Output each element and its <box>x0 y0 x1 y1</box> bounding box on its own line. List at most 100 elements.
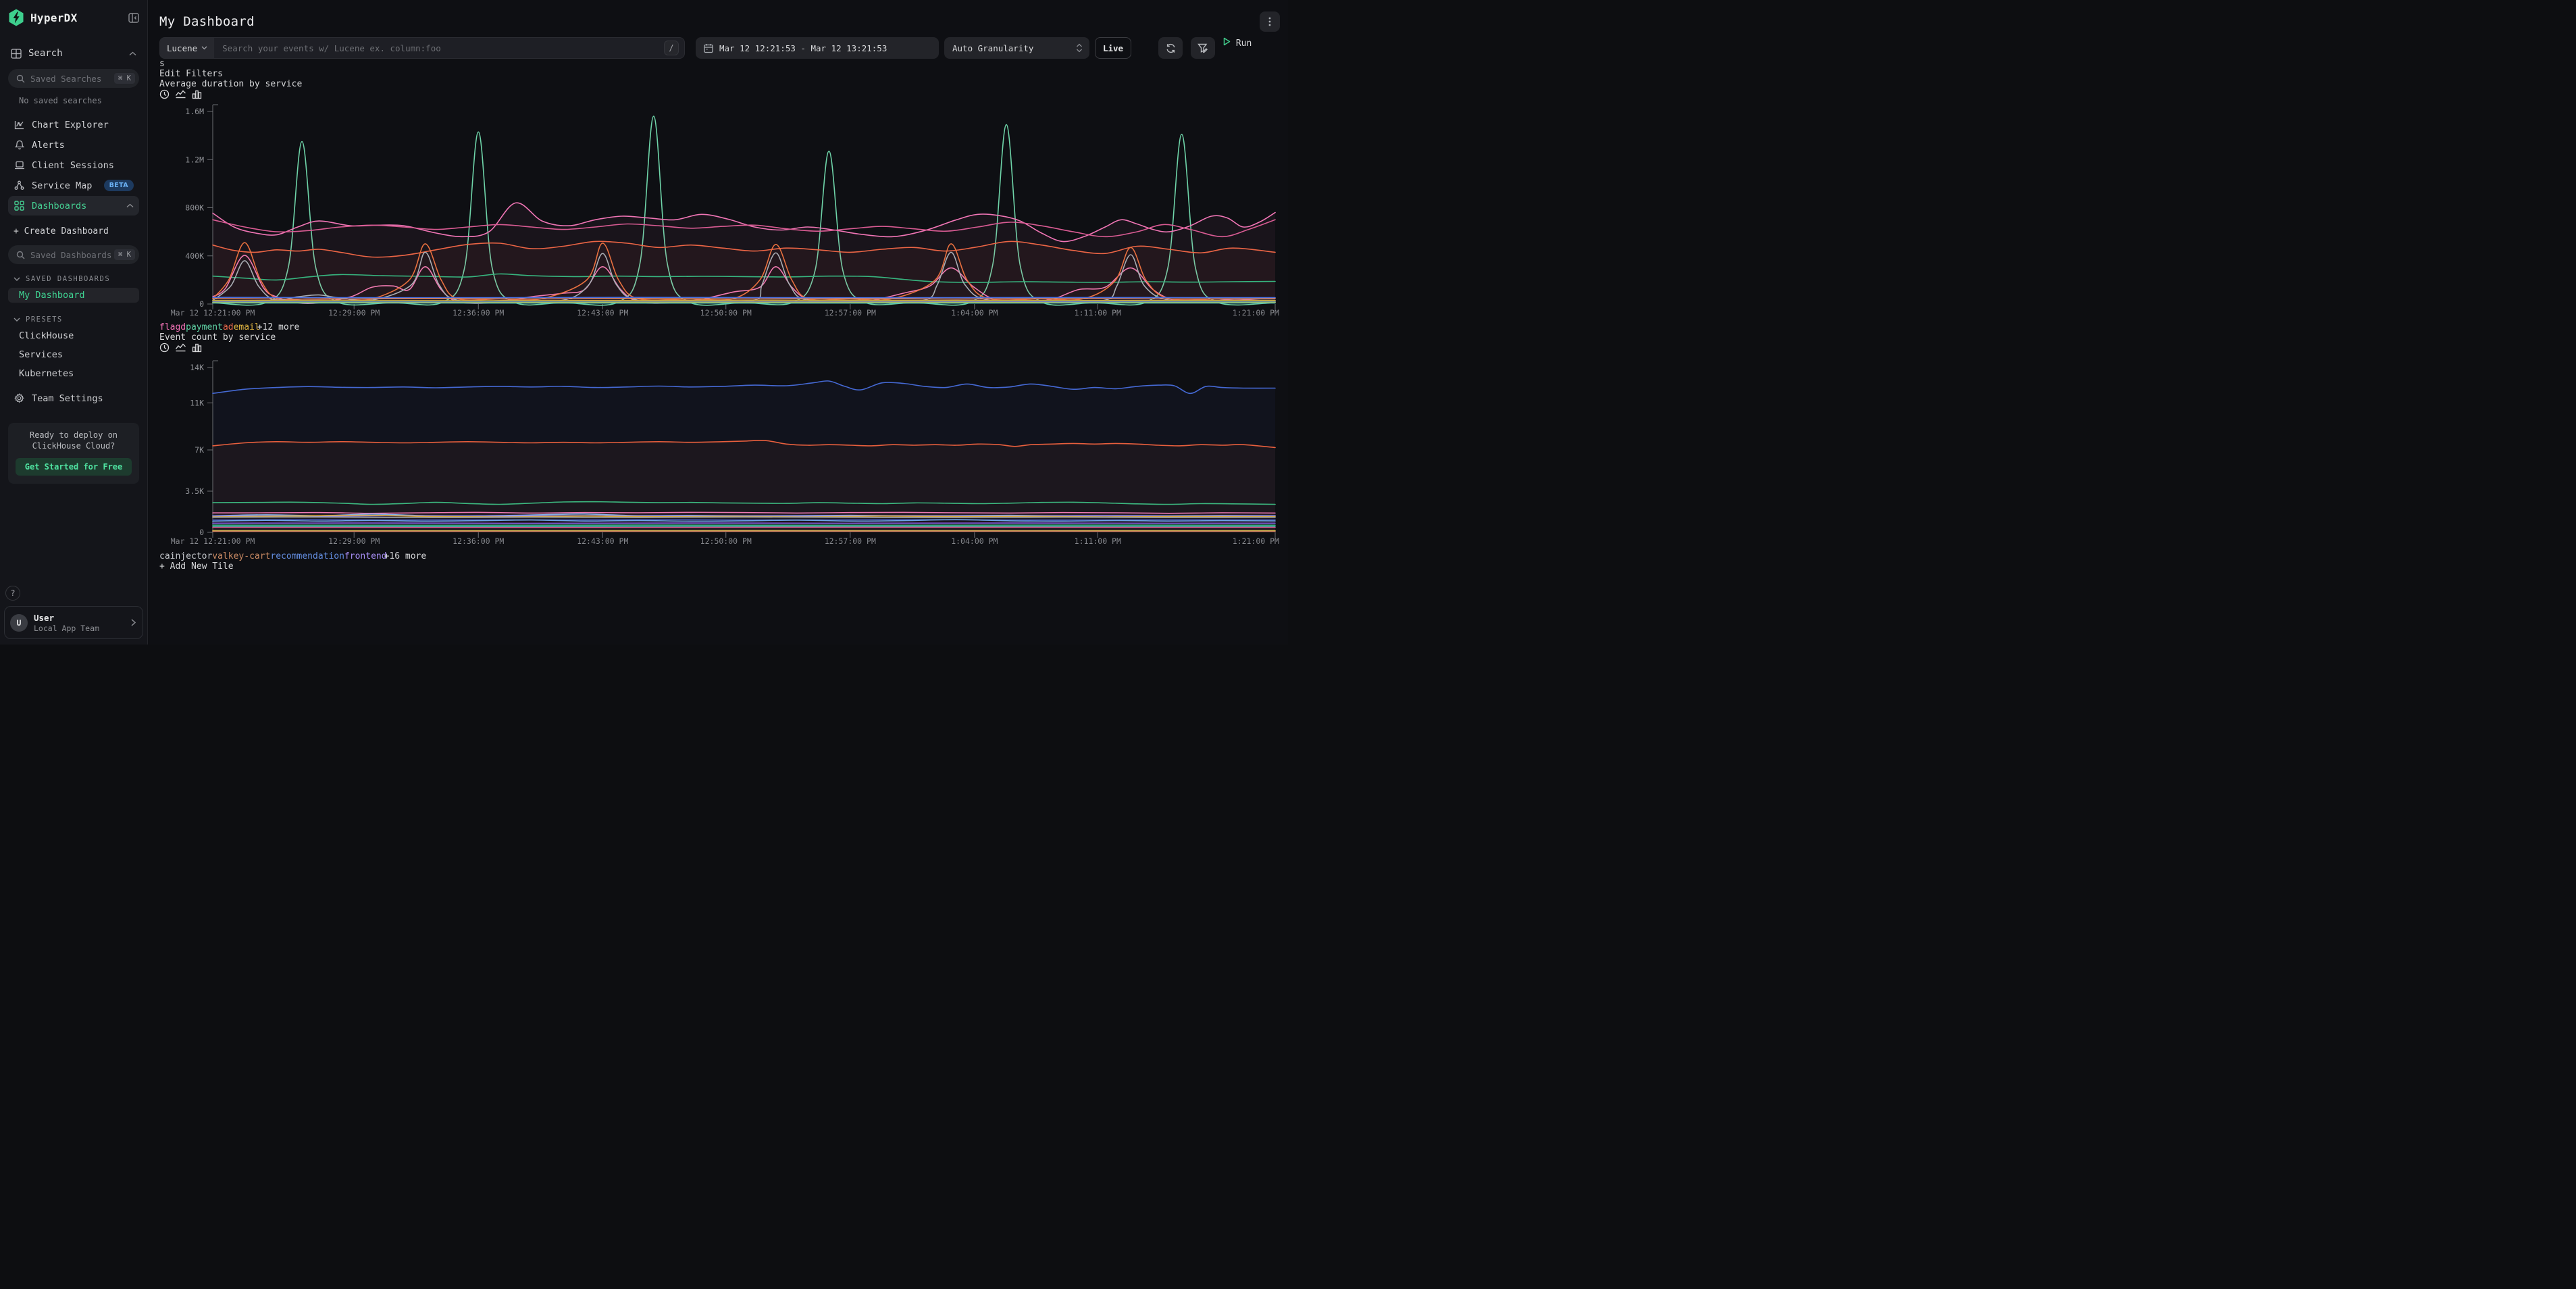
legend-more-link[interactable]: +12 more <box>257 322 300 332</box>
svg-text:3.5K: 3.5K <box>185 486 204 496</box>
line-chart-toggle-icon[interactable] <box>175 92 192 102</box>
chevron-down-icon <box>14 318 20 322</box>
sidebar-item-services[interactable]: Services <box>8 347 139 362</box>
query-language-select[interactable]: Lucene <box>160 38 214 58</box>
saved-dashboards-section-header[interactable]: SAVED DASHBOARDS <box>14 275 139 283</box>
sidebar-item-clickhouse[interactable]: ClickHouse <box>8 328 139 343</box>
sidebar-item-chart-explorer[interactable]: Chart Explorer <box>8 115 139 134</box>
sidebar-item-kubernetes[interactable]: Kubernetes <box>8 366 139 381</box>
svg-text:1:21:00 PM: 1:21:00 PM <box>1233 308 1279 318</box>
svg-text:12:36:00 PM: 12:36:00 PM <box>453 308 504 318</box>
tooltip-label: Edit Filters <box>159 69 223 79</box>
tile-average-duration: Average duration by service 0400K800K1.2… <box>159 79 1280 332</box>
beta-badge: BETA <box>104 180 134 191</box>
legend-label: valkey-cart <box>212 551 270 561</box>
bar-chart-toggle-icon[interactable] <box>192 92 202 102</box>
chart-legend: flagdpaymentademail+12 more <box>159 322 1280 332</box>
svg-text:12:57:00 PM: 12:57:00 PM <box>825 536 876 546</box>
shortcut-badge: ⌘ K <box>114 249 135 260</box>
live-button[interactable]: Live <box>1095 37 1131 59</box>
svg-text:1:11:00 PM: 1:11:00 PM <box>1075 308 1121 318</box>
sidebar-item-dashboards[interactable]: Dashboards <box>8 196 139 216</box>
search-icon <box>16 74 25 83</box>
svg-text:11K: 11K <box>190 398 204 407</box>
legend-label: flagd <box>159 322 186 332</box>
section-label: PRESETS <box>26 315 63 324</box>
legend-item[interactable]: ad <box>223 322 234 332</box>
legend-item[interactable]: frontend <box>344 551 387 561</box>
app-root: HyperDX Search Saved Searches ⌘ K No sav… <box>0 0 1288 644</box>
svg-text:1:04:00 PM: 1:04:00 PM <box>951 308 998 318</box>
legend-item[interactable]: email <box>234 322 260 332</box>
svg-text:Mar 12 12:21:00 PM: Mar 12 12:21:00 PM <box>171 308 255 318</box>
svg-text:1:21:00 PM: 1:21:00 PM <box>1233 536 1279 546</box>
event-search-input[interactable]: Search your events w/ Lucene ex. column:… <box>214 38 684 58</box>
legend-item[interactable]: valkey-cart <box>212 551 270 561</box>
create-dashboard-button[interactable]: + Create Dashboard <box>14 224 139 238</box>
refresh-button[interactable] <box>1158 37 1183 59</box>
chart-title: Event count by service <box>159 332 1280 343</box>
legend-item[interactable]: recommendation <box>270 551 344 561</box>
date-range-picker[interactable]: Mar 12 12:21:53 - Mar 12 13:21:53 <box>696 37 939 59</box>
event-search-bar: Lucene Search your events w/ Lucene ex. … <box>159 37 685 59</box>
saved-dashboards-input[interactable]: Saved Dashboards ⌘ K <box>8 245 139 264</box>
sidebar-item-team-settings[interactable]: Team Settings <box>8 388 139 408</box>
tile-event-count: Event count by service 03.5K7K11K14KMar … <box>159 332 1280 561</box>
sidebar-item-label: Alerts <box>32 140 65 151</box>
chart-title: Average duration by service <box>159 79 1280 89</box>
legend-label: email <box>234 322 260 332</box>
time-chart-toggle-icon[interactable] <box>159 345 175 355</box>
saved-searches-placeholder: Saved Searches <box>30 74 114 84</box>
user-menu[interactable]: U User Local App Team <box>4 606 143 639</box>
play-icon <box>1223 37 1231 46</box>
bar-chart-toggle-icon[interactable] <box>192 345 202 355</box>
svg-text:12:57:00 PM: 12:57:00 PM <box>825 308 876 318</box>
calendar-icon <box>704 43 713 53</box>
sidebar: HyperDX Search Saved Searches ⌘ K No sav… <box>0 0 148 644</box>
saved-searches-input[interactable]: Saved Searches ⌘ K <box>8 69 139 88</box>
chevron-up-icon[interactable] <box>129 51 136 56</box>
legend-label: cainjector <box>159 551 212 561</box>
chevron-up-icon[interactable] <box>126 203 134 208</box>
legend-item[interactable]: flagd <box>159 322 186 332</box>
legend-more-link[interactable]: +16 more <box>384 551 427 561</box>
edit-filters-button[interactable] <box>1191 37 1215 59</box>
sidebar-item-label: Client Sessions <box>32 160 114 171</box>
sidebar-item-label: Service Map <box>32 180 92 191</box>
service-map-icon <box>14 180 25 191</box>
line-chart-toggle-icon[interactable] <box>175 345 192 355</box>
help-button[interactable]: ? <box>5 586 20 601</box>
sidebar-item-service-map[interactable]: Service Map BETA <box>8 176 139 195</box>
hyperdx-logo-icon <box>8 9 24 26</box>
granularity-select[interactable]: Auto Granularity <box>944 37 1089 59</box>
laptop-icon <box>14 161 25 170</box>
get-started-button[interactable]: Get Started for Free <box>16 458 132 476</box>
svg-text:0: 0 <box>199 299 204 309</box>
presets-section-header[interactable]: PRESETS <box>14 315 139 324</box>
edit-filters-tooltip: Edit Filters <box>159 69 1280 79</box>
promo-text: Ready to deploy on ClickHouse Cloud? <box>14 430 134 451</box>
no-saved-searches-note: No saved searches <box>19 96 139 105</box>
granularity-value: Auto Granularity <box>952 43 1076 53</box>
sidebar-section-search[interactable]: Search <box>8 45 139 62</box>
app-title: HyperDX <box>30 11 128 24</box>
time-chart-toggle-icon[interactable] <box>159 92 175 102</box>
saved-dashboards-placeholder: Saved Dashboards <box>30 250 114 260</box>
svg-text:1.2M: 1.2M <box>185 155 204 164</box>
line-chart-plot[interactable]: 03.5K7K11K14KMar 12 12:21:00 PM12:29:00 … <box>159 355 1280 551</box>
svg-text:1:11:00 PM: 1:11:00 PM <box>1075 536 1121 546</box>
sidebar-item-alerts[interactable]: Alerts <box>8 135 139 155</box>
line-chart-plot[interactable]: 0400K800K1.2M1.6MMar 12 12:21:00 PM12:29… <box>159 102 1280 322</box>
dashboard-menu-button[interactable] <box>1260 11 1280 32</box>
sidebar-item-label: Team Settings <box>32 393 103 404</box>
svg-text:12:50:00 PM: 12:50:00 PM <box>700 536 752 546</box>
sidebar-item-client-sessions[interactable]: Client Sessions <box>8 155 139 175</box>
add-new-tile-button[interactable]: + Add New Tile <box>159 561 1280 572</box>
gear-icon <box>14 393 25 403</box>
legend-item[interactable]: payment <box>186 322 223 332</box>
collapse-sidebar-icon[interactable] <box>128 13 139 23</box>
legend-item[interactable]: cainjector <box>159 551 212 561</box>
run-button[interactable]: Run <box>1223 37 1280 59</box>
sidebar-item-my-dashboard[interactable]: My Dashboard <box>8 288 139 303</box>
partially-hidden-button[interactable]: s <box>159 59 1280 69</box>
